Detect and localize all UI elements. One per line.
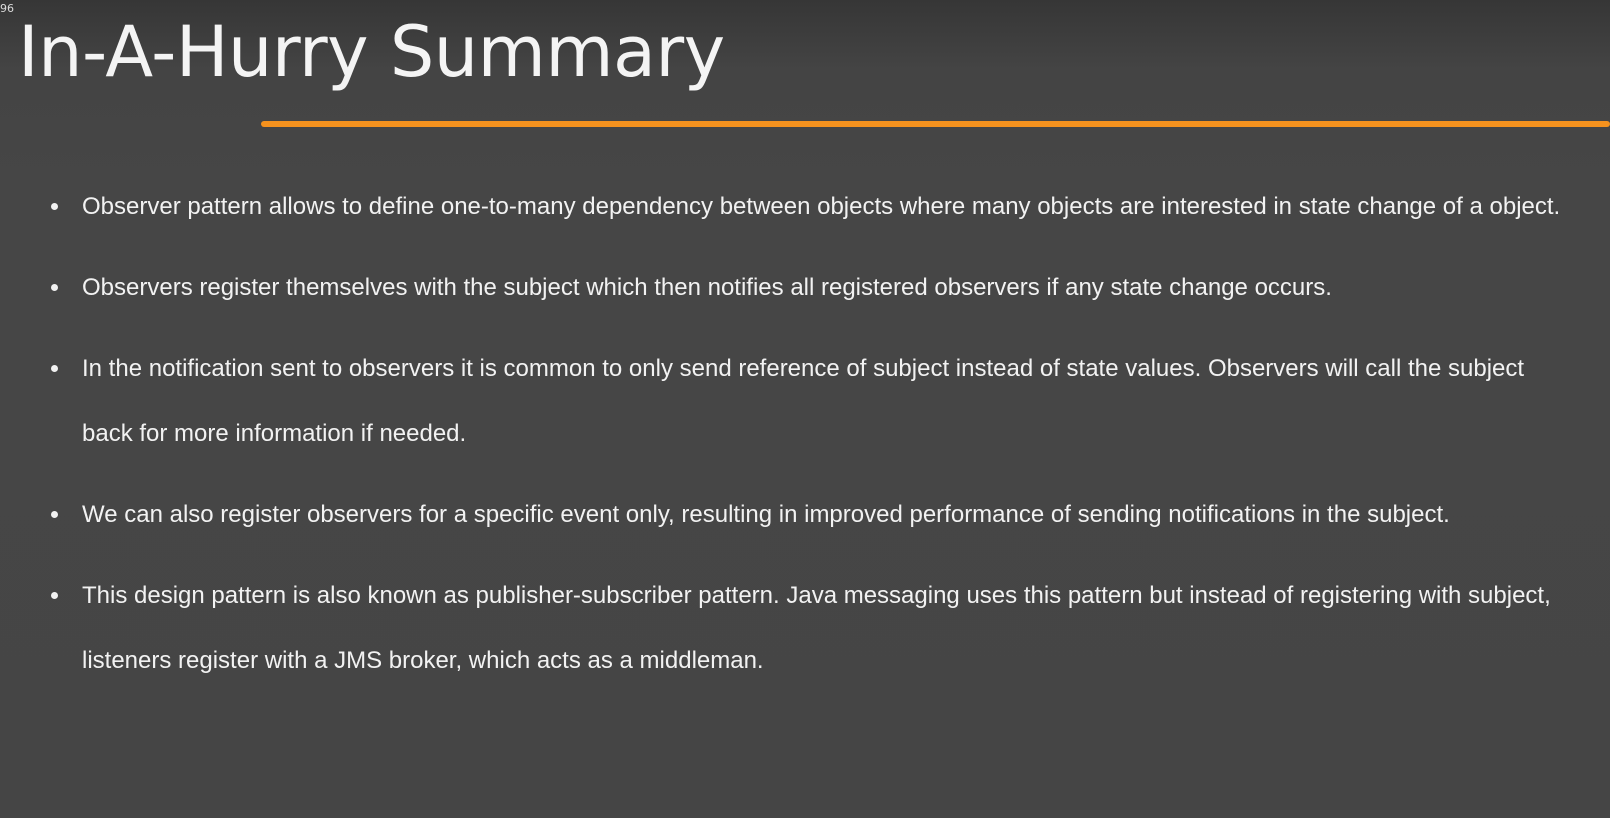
bullet-text: Observer pattern allows to define one-to… — [82, 193, 1561, 220]
bullet-item: In the notification sent to observers it… — [0, 336, 1610, 466]
bullet-dot-icon — [51, 203, 58, 210]
bullet-item: This design pattern is also known as pub… — [0, 563, 1610, 693]
bullet-list: Observer pattern allows to define one-to… — [0, 174, 1610, 709]
bullet-text: We can also register observers for a spe… — [82, 501, 1450, 528]
bullet-dot-icon — [51, 365, 58, 372]
bullet-item: We can also register observers for a spe… — [0, 482, 1610, 547]
bullet-text: This design pattern is also known as pub… — [82, 582, 1551, 674]
slide-title: In-A-Hurry Summary — [18, 11, 725, 93]
corner-label: 96 — [0, 2, 14, 15]
slide: 96 In-A-Hurry Summary Observer pattern a… — [0, 0, 1610, 818]
bullet-item: Observers register themselves with the s… — [0, 255, 1610, 320]
bullet-text: Observers register themselves with the s… — [82, 274, 1332, 301]
bullet-dot-icon — [51, 284, 58, 291]
bullet-dot-icon — [51, 592, 58, 599]
bullet-dot-icon — [51, 511, 58, 518]
bullet-item: Observer pattern allows to define one-to… — [0, 174, 1610, 239]
title-accent-line — [261, 121, 1610, 127]
bullet-text: In the notification sent to observers it… — [82, 355, 1525, 447]
